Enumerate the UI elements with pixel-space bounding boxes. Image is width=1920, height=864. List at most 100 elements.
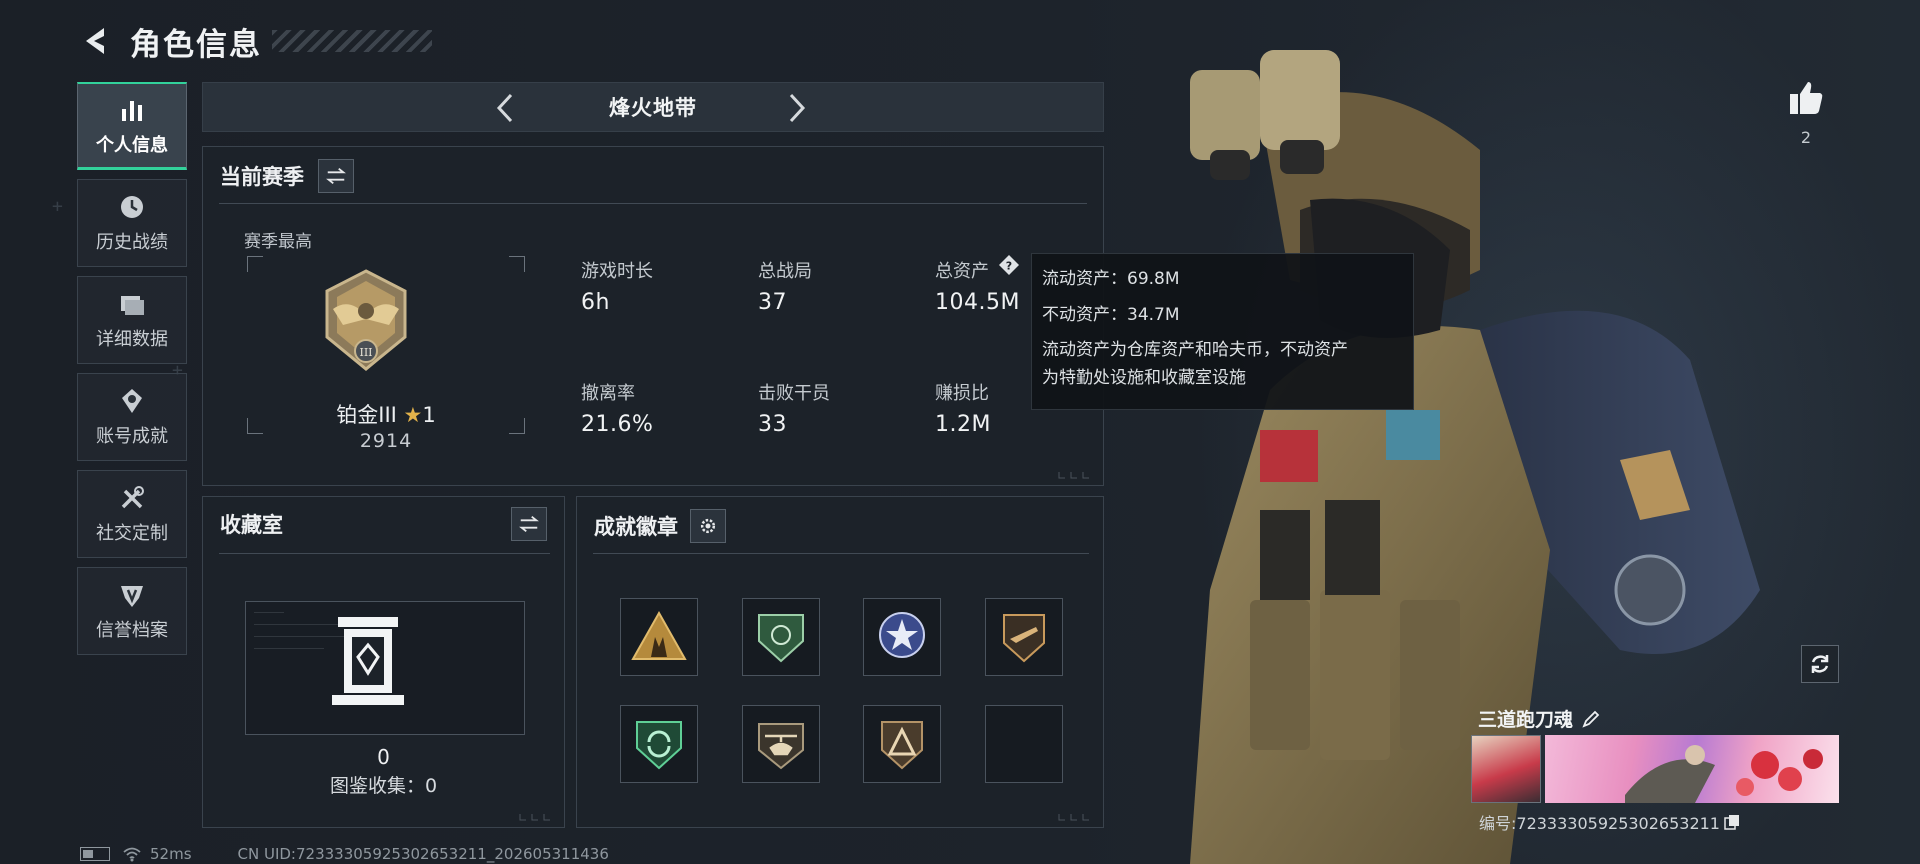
rotate-model-button[interactable] — [1801, 645, 1839, 683]
like-icon[interactable] — [1786, 78, 1826, 118]
stat-label: 击败干员 — [758, 383, 830, 404]
wifi-icon — [123, 847, 141, 862]
sidebar-item-achievements[interactable]: 账号成就 — [77, 373, 187, 461]
sidebar-item-label: 个人信息 — [96, 134, 168, 156]
season-title: 当前赛季 — [220, 165, 304, 189]
sidebar-item-history[interactable]: 历史战绩 — [77, 179, 187, 267]
collection-title: 收藏室 — [220, 513, 283, 537]
sidebar-item-label: 信誉档案 — [96, 620, 168, 641]
season-panel: 当前赛季 赛季最高 III 铂金III ★1 2914 游戏时长 6h 总战局 … — [202, 146, 1104, 486]
stat-label: 游戏时长 — [581, 261, 653, 282]
achievements-settings-button[interactable] — [690, 509, 726, 543]
title-stripes-decor — [272, 30, 432, 52]
rank-stars: 1 — [422, 403, 436, 427]
sidebar: 个人信息 历史战绩 详细数据 账号成就 社交定制 信誉档案 — [77, 82, 187, 664]
namecard-banner[interactable] — [1545, 735, 1839, 803]
sidebar-item-social-custom[interactable]: 社交定制 — [77, 470, 187, 558]
badge-slot-2[interactable] — [742, 598, 820, 676]
player-name: 三道跑刀魂 — [1478, 709, 1574, 731]
player-name-row: 三道跑刀魂 — [1478, 705, 1601, 732]
corner-decor — [1058, 472, 1089, 479]
tools-icon — [121, 486, 144, 509]
achievements-title: 成就徽章 — [594, 515, 678, 539]
rank-score: 2914 — [359, 430, 413, 452]
swap-icon — [519, 515, 539, 533]
sidebar-item-credit-file[interactable]: 信誉档案 — [77, 567, 187, 655]
badge-slot-1[interactable] — [620, 598, 698, 676]
sidebar-item-label: 详细数据 — [96, 329, 168, 350]
tooltip-description-2: 为特勤处设施和收藏室设施 — [1042, 368, 1246, 388]
triangle-soldiers-badge-icon — [631, 610, 687, 660]
triangle-shield-badge-icon — [881, 721, 923, 770]
divider — [219, 553, 550, 554]
svg-text:III: III — [359, 346, 372, 359]
badge-slot-3[interactable] — [863, 598, 941, 676]
corner-decor — [519, 814, 550, 821]
ping-value: 52ms — [150, 845, 192, 863]
rank-emblem-icon: III — [325, 269, 407, 371]
stat-profit-loss: 赚损比 1.2M — [935, 379, 991, 437]
tooltip-description-1: 流动资产为仓库资产和哈夫币，不动资产 — [1042, 340, 1348, 360]
medal-icon — [122, 389, 142, 413]
svg-text:?: ? — [1006, 260, 1012, 273]
stat-label: 撤离率 — [581, 383, 635, 404]
stat-play-time: 游戏时长 6h — [581, 257, 653, 315]
sidebar-item-label: 社交定制 — [96, 523, 168, 544]
grid-crosshair-decor: + — [52, 196, 63, 217]
stat-extract-rate: 撤离率 21.6% — [581, 379, 653, 437]
namecard-art-icon — [1625, 745, 1823, 803]
mode-title: 烽火地带 — [609, 96, 697, 120]
rank-tier: 铂金III — [336, 403, 397, 427]
achievements-panel: 成就徽章 — [576, 496, 1104, 828]
stat-value: 6h — [581, 290, 610, 315]
mode-selector: 烽火地带 — [202, 82, 1104, 132]
sidebar-item-detailed-data[interactable]: 详细数据 — [77, 276, 187, 364]
help-icon[interactable]: ? — [998, 254, 1020, 276]
divider — [593, 553, 1089, 554]
assets-tooltip: 流动资产：69.8M 不动资产：34.7M 流动资产为仓库资产和哈夫币，不动资产… — [1031, 253, 1414, 410]
tooltip-fixed-assets: 不动资产：34.7M — [1042, 305, 1180, 325]
copy-icon[interactable] — [1724, 814, 1740, 830]
shield-icon — [121, 586, 143, 607]
season-panel-header: 当前赛季 — [220, 159, 354, 193]
star-icon: ★ — [403, 403, 423, 427]
back-arrow-icon[interactable] — [78, 24, 112, 58]
collection-swap-button[interactable] — [511, 507, 547, 541]
page-title: 角色信息 — [130, 26, 262, 63]
collection-panel-header: 收藏室 — [220, 509, 283, 539]
stat-label: 总战局 — [758, 261, 812, 282]
badge-slot-empty[interactable] — [985, 705, 1063, 783]
green-recycle-badge-icon — [636, 721, 682, 770]
page-header: 角色信息 — [78, 16, 432, 66]
swap-icon — [326, 167, 346, 185]
stat-value: 37 — [758, 290, 787, 315]
season-swap-button[interactable] — [318, 159, 354, 193]
badge-slot-7[interactable] — [863, 705, 941, 783]
sidebar-item-label: 账号成就 — [96, 426, 168, 447]
rank-name: 铂金III ★1 — [263, 399, 509, 429]
tooltip-liquid-assets: 流动资产：69.8M — [1042, 269, 1180, 289]
collection-sub: 图鉴收集：0 — [329, 775, 438, 797]
badge-slot-5[interactable] — [620, 705, 698, 783]
stat-value: 104.5M — [935, 290, 1020, 315]
player-id: 编号:7233330592530265321​1 — [1479, 814, 1720, 833]
cn-uid: CN UID:72333305925302653211_202605311436 — [237, 845, 609, 863]
badge-slot-4[interactable] — [985, 598, 1063, 676]
like-count: 2 — [1800, 128, 1812, 147]
stat-label: 赚损比 — [935, 383, 989, 404]
chevron-right-icon[interactable] — [779, 91, 813, 125]
divider — [219, 203, 1087, 204]
edit-icon[interactable] — [1581, 709, 1601, 729]
stat-value: 33 — [758, 412, 787, 437]
collection-panel: 收藏室 0 图鉴收集：0 — [202, 496, 565, 828]
status-footer: 52ms CN UID:72333305925302653211_2026053… — [80, 845, 609, 863]
sidebar-item-personal-info[interactable]: 个人信息 — [77, 82, 187, 170]
achievements-panel-header: 成就徽章 — [594, 509, 726, 543]
badge-slot-6[interactable] — [742, 705, 820, 783]
corner-decor — [1058, 814, 1089, 821]
stat-total-matches: 总战局 37 — [758, 257, 812, 315]
sidebar-item-label: 历史战绩 — [96, 232, 168, 253]
chevron-left-icon[interactable] — [489, 91, 523, 125]
avatar[interactable] — [1471, 735, 1541, 803]
star-emblem-badge-icon — [879, 612, 925, 658]
